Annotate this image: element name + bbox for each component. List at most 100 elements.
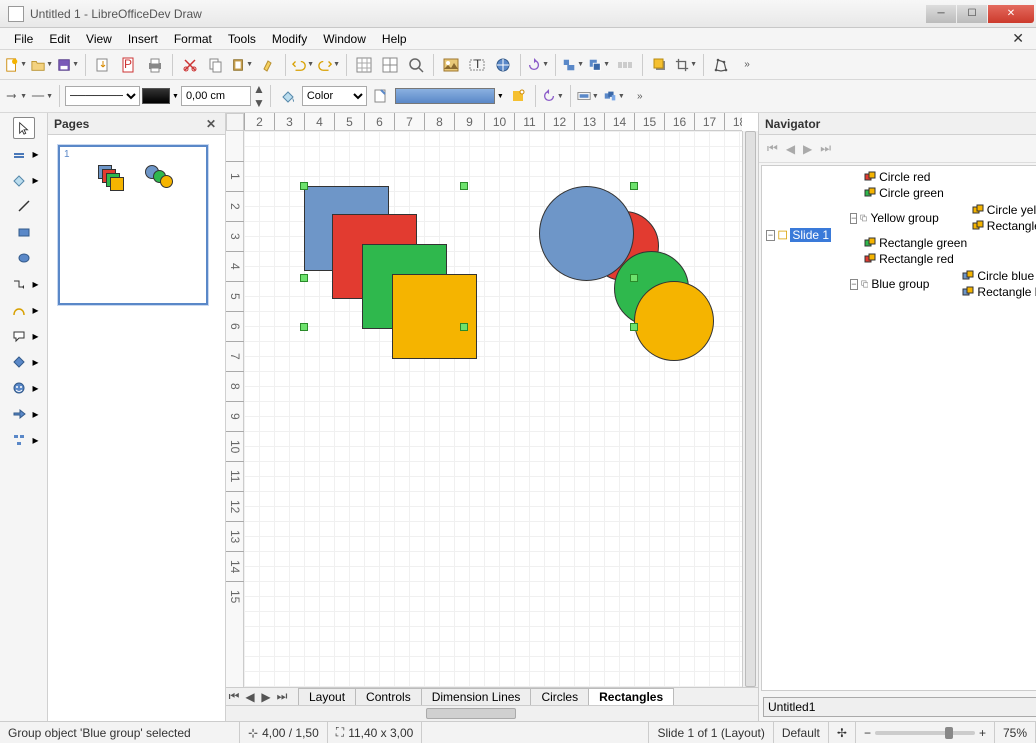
grid-button[interactable]	[352, 53, 376, 77]
crop-button[interactable]: ▼	[674, 53, 698, 77]
nav-prev-slide[interactable]: ◀	[786, 142, 795, 156]
toolbar2-overflow-button[interactable]: »	[628, 84, 652, 108]
redo-button[interactable]: ▼	[317, 53, 341, 77]
symbol-shapes-tool[interactable]	[8, 377, 30, 399]
insert-image-button[interactable]	[439, 53, 463, 77]
nav-first-slide[interactable]: ⏮	[767, 141, 778, 156]
tree-item[interactable]: Circle yellow	[987, 203, 1036, 217]
format-paintbrush-button[interactable]	[256, 53, 280, 77]
tab-last[interactable]: ⏭	[274, 689, 290, 704]
horizontal-ruler[interactable]: 2345678910111213141516171819	[244, 113, 742, 131]
new-button[interactable]: ▼	[4, 53, 28, 77]
tree-item[interactable]: Circle red	[879, 170, 930, 184]
line-tool-group[interactable]	[8, 143, 30, 165]
tab-rectangles[interactable]: Rectangles	[588, 688, 674, 705]
zoom-out[interactable]: −	[864, 726, 871, 740]
zoom-slider[interactable]	[875, 731, 975, 735]
menu-format[interactable]: Format	[166, 29, 220, 49]
effects-button[interactable]	[506, 84, 530, 108]
basic-shapes-tool[interactable]	[8, 351, 30, 373]
tree-item[interactable]: Rectangle green	[879, 236, 967, 250]
tree-item[interactable]: Yellow group	[871, 211, 939, 225]
tree-item[interactable]: Rectangle yellow	[987, 219, 1036, 233]
window-maximize-button[interactable]: ☐	[957, 5, 987, 23]
rotate-left-button[interactable]: ▼	[541, 84, 565, 108]
arrow-style-button[interactable]: ▼	[4, 84, 28, 108]
connector-tool[interactable]	[8, 273, 30, 295]
zoom-button[interactable]	[404, 53, 428, 77]
menu-help[interactable]: Help	[374, 29, 415, 49]
tab-first[interactable]: ⏮	[226, 689, 242, 704]
export-pdf-button[interactable]: P	[117, 53, 141, 77]
nav-next-slide[interactable]: ▶	[803, 142, 812, 156]
status-zoom[interactable]: 75%	[995, 722, 1036, 743]
export-button[interactable]	[91, 53, 115, 77]
undo-button[interactable]: ▼	[291, 53, 315, 77]
toolbar-overflow-button[interactable]: »	[735, 53, 759, 77]
tab-circles[interactable]: Circles	[530, 688, 589, 705]
rotate-button[interactable]: ▼	[526, 53, 550, 77]
menu-tools[interactable]: Tools	[220, 29, 264, 49]
horizontal-scrollbar[interactable]	[226, 705, 758, 721]
arrow-shapes-tool[interactable]	[8, 403, 30, 425]
arrange-button[interactable]: ▼	[587, 53, 611, 77]
fill-tool-group[interactable]	[8, 169, 30, 191]
navigator-doc-select[interactable]: Untitled1	[763, 697, 1036, 717]
open-button[interactable]: ▼	[30, 53, 54, 77]
freeline-tool[interactable]	[13, 195, 35, 217]
page-thumbnail-1[interactable]: 1	[58, 145, 208, 305]
insert-textbox-button[interactable]: T	[465, 53, 489, 77]
rectangle-tool[interactable]	[13, 221, 35, 243]
line-width-input[interactable]	[181, 86, 251, 106]
window-minimize-button[interactable]: ─	[926, 5, 956, 23]
fill-color-bar[interactable]	[395, 88, 495, 104]
close-document-button[interactable]: ✕	[1006, 28, 1030, 49]
arrange2-button[interactable]: ▼	[602, 84, 626, 108]
alignment2-button[interactable]: ▼	[576, 84, 600, 108]
menu-edit[interactable]: Edit	[41, 29, 78, 49]
drawing-canvas[interactable]	[244, 131, 742, 687]
helplines-button[interactable]	[378, 53, 402, 77]
tree-slide-1[interactable]: Slide 1	[790, 228, 831, 242]
tree-item[interactable]: Rectangle blue	[977, 285, 1036, 299]
menu-modify[interactable]: Modify	[264, 29, 315, 49]
ellipse-tool[interactable]	[13, 247, 35, 269]
menu-file[interactable]: File	[6, 29, 41, 49]
cut-button[interactable]	[178, 53, 202, 77]
tab-next[interactable]: ▶	[258, 690, 274, 704]
tab-prev[interactable]: ◀	[242, 690, 258, 704]
width-down[interactable]: ▼	[253, 96, 265, 110]
flowchart-tool[interactable]	[8, 429, 30, 451]
tab-controls[interactable]: Controls	[355, 688, 422, 705]
tab-layout[interactable]: Layout	[298, 688, 356, 705]
print-button[interactable]	[143, 53, 167, 77]
width-up[interactable]: ▲	[253, 82, 265, 96]
fill-style-select[interactable]: Color	[302, 86, 367, 106]
polygon-button[interactable]	[709, 53, 733, 77]
copy-button[interactable]	[204, 53, 228, 77]
vertical-ruler[interactable]: 123456789101112131415	[226, 131, 244, 687]
fit-page-button[interactable]: ✢	[829, 722, 856, 743]
select-tool[interactable]	[13, 117, 35, 139]
tree-item[interactable]: Circle blue	[977, 269, 1034, 283]
line-endings-button[interactable]: ▼	[30, 84, 54, 108]
fill-bucket-button[interactable]	[276, 84, 300, 108]
distribute-button[interactable]	[613, 53, 637, 77]
line-color-button[interactable]	[142, 88, 170, 104]
curve-tool[interactable]	[8, 299, 30, 321]
menu-view[interactable]: View	[78, 29, 120, 49]
menu-insert[interactable]: Insert	[120, 29, 166, 49]
menu-window[interactable]: Window	[315, 29, 374, 49]
shadow-button[interactable]	[648, 53, 672, 77]
tree-item[interactable]: Circle green	[879, 186, 944, 200]
tab-dimension-lines[interactable]: Dimension Lines	[421, 688, 532, 705]
zoom-in[interactable]: +	[979, 726, 986, 740]
insert-hyperlink-button[interactable]	[491, 53, 515, 77]
window-close-button[interactable]: ✕	[988, 5, 1034, 23]
tree-item[interactable]: Rectangle red	[879, 252, 954, 266]
nav-last-slide[interactable]: ⏭	[820, 141, 831, 156]
callout-tool[interactable]	[8, 325, 30, 347]
area-dropper-button[interactable]	[369, 84, 393, 108]
paste-button[interactable]: ▼	[230, 53, 254, 77]
vertical-scrollbar[interactable]	[742, 131, 758, 687]
